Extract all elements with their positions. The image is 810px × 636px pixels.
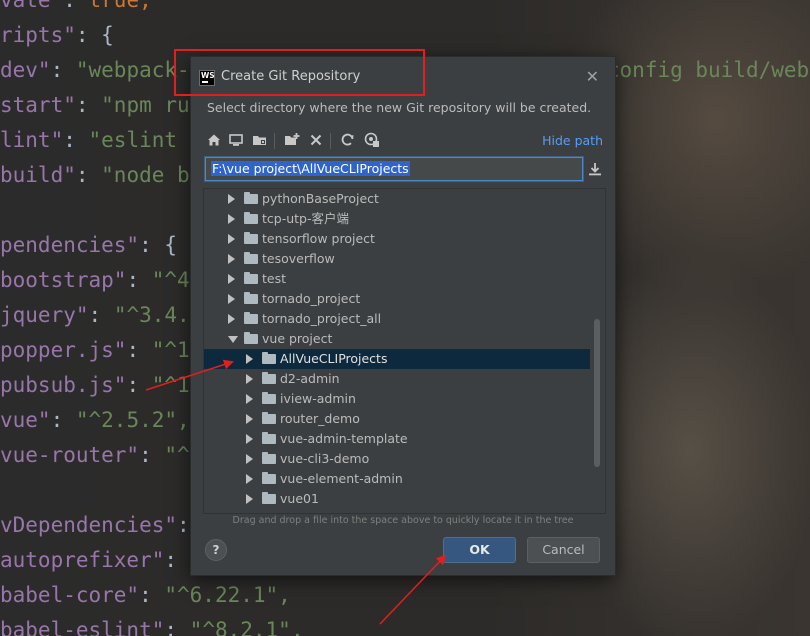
tree-item[interactable]: d2-admin (204, 369, 590, 389)
folder-icon (244, 212, 258, 224)
expand-arrow-icon[interactable] (246, 454, 253, 464)
expand-arrow-icon[interactable] (246, 434, 253, 444)
code-line: vate": true, (0, 0, 152, 12)
annotation-highlight-box (174, 49, 425, 96)
expand-arrow-icon[interactable] (246, 354, 253, 364)
folder-icon (262, 352, 276, 364)
tree-item-label: pythonBaseProject (262, 191, 379, 206)
tree-item-label: d2-admin (280, 371, 340, 386)
folder-icon (244, 272, 258, 284)
tree-item-label: vue-element-admin (280, 471, 403, 486)
download-icon[interactable] (587, 161, 603, 180)
folder-icon (262, 432, 276, 444)
tree-item[interactable]: test (204, 269, 590, 289)
tree-item[interactable]: tensorflow project (204, 229, 590, 249)
tree-item-label: tornado_project_all (262, 311, 382, 326)
tree-item[interactable]: vue-element-admin (204, 469, 590, 489)
refresh-icon[interactable] (339, 131, 357, 149)
folder-icon (244, 292, 258, 304)
expand-arrow-icon[interactable] (246, 474, 253, 484)
close-icon[interactable]: ✕ (586, 67, 599, 86)
desktop-icon[interactable] (227, 131, 245, 149)
tree-item[interactable]: tesoverflow (204, 249, 590, 269)
home-icon[interactable] (205, 131, 223, 149)
code-line: vue": "^2.5.2", (0, 408, 190, 432)
path-input-value: F:\vue project\AllVueCLIProjects (211, 161, 410, 176)
project-folder-icon[interactable] (251, 131, 269, 149)
tree-scrollbar[interactable] (594, 319, 600, 467)
tree-item-label: tensorflow project (262, 231, 375, 246)
folder-icon (262, 412, 276, 424)
code-line: babel-eslint": "^8.2.1", (0, 618, 304, 636)
tree-item[interactable]: vue project (204, 329, 590, 349)
folder-icon (262, 392, 276, 404)
new-folder-icon[interactable] (283, 131, 301, 149)
tree-item[interactable]: pythonBaseProject (204, 189, 590, 209)
folder-icon (262, 452, 276, 464)
expand-arrow-icon[interactable] (228, 294, 235, 304)
tree-item-label: vue01 (280, 491, 319, 506)
expand-arrow-icon[interactable] (246, 414, 253, 424)
tree-item-label: AllVueCLIProjects (280, 351, 388, 366)
expand-arrow-icon[interactable] (228, 194, 235, 204)
show-hidden-icon[interactable] (363, 131, 381, 149)
directory-tree[interactable]: pythonBaseProject tcp-utp-客户端 tensorflow p… (203, 188, 606, 514)
expand-arrow-icon[interactable] (246, 394, 253, 404)
tree-item-label: test (262, 271, 287, 286)
delete-icon[interactable] (307, 131, 325, 149)
tree-item[interactable]: iview-admin (204, 389, 590, 409)
tree-item-label: vue-admin-template (280, 431, 408, 446)
folder-icon (244, 332, 258, 344)
ok-button[interactable]: OK (443, 537, 516, 563)
tree-item-label: router_demo (280, 411, 360, 426)
tree-item-label: tornado_project (262, 291, 361, 306)
tree-item-label: iview-admin (280, 391, 356, 406)
code-line: pendencies": { (0, 233, 178, 257)
tree-item[interactable]: tornado_project_all (204, 309, 590, 329)
help-button[interactable]: ? (205, 539, 227, 561)
folder-icon (262, 492, 276, 504)
folder-icon (262, 372, 276, 384)
expand-arrow-icon[interactable] (228, 214, 235, 224)
drag-drop-hint: Drag and drop a file into the space abov… (232, 515, 574, 526)
collapse-arrow-icon[interactable] (228, 336, 238, 343)
tree-item-label: tesoverflow (262, 251, 335, 266)
folder-icon (244, 192, 258, 204)
expand-arrow-icon[interactable] (228, 234, 235, 244)
expand-arrow-icon[interactable] (246, 374, 253, 384)
code-line: babel-core": "^6.22.1", (0, 583, 291, 607)
folder-icon (244, 312, 258, 324)
hide-path-link[interactable]: Hide path (542, 133, 603, 148)
dialog-subtitle: Select directory where the new Git repos… (207, 100, 592, 115)
expand-arrow-icon[interactable] (246, 494, 253, 504)
expand-arrow-icon[interactable] (228, 314, 235, 324)
cancel-button[interactable]: Cancel (527, 537, 600, 563)
code-line: vDependencies": { (0, 513, 215, 537)
tree-item[interactable]: router_demo (204, 409, 590, 429)
tree-item[interactable]: vue-admin-template (204, 429, 590, 449)
expand-arrow-icon[interactable] (228, 254, 235, 264)
tree-item-label: vue project (262, 331, 333, 346)
create-git-repository-dialog: WS Create Git Repository ✕ Select direct… (190, 56, 616, 576)
tree-item-label: vue-cli3-demo (280, 451, 370, 466)
code-line: ripts": { (0, 23, 114, 47)
folder-icon (262, 472, 276, 484)
folder-icon (244, 252, 258, 264)
expand-arrow-icon[interactable] (228, 274, 235, 284)
tree-item[interactable]: vue01 (204, 489, 590, 509)
tree-item[interactable]: tcp-utp-客户端 (204, 209, 590, 229)
tree-item[interactable]: vue-cli3-demo (204, 449, 590, 469)
tree-item-label: tcp-utp-客户端 (262, 211, 349, 226)
path-input[interactable]: F:\vue project\AllVueCLIProjects (204, 156, 584, 182)
folder-icon (244, 232, 258, 244)
tree-item[interactable]: tornado_project (204, 289, 590, 309)
tree-item[interactable]: AllVueCLIProjects (204, 349, 590, 369)
